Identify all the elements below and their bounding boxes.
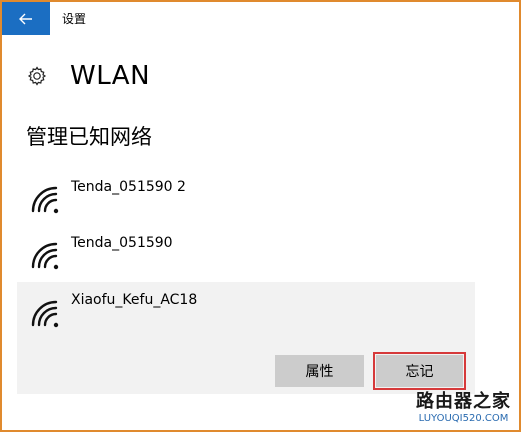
title-bar: 设置 bbox=[2, 2, 519, 35]
gear-icon bbox=[26, 65, 48, 87]
page-title: WLAN bbox=[70, 61, 151, 91]
forget-button[interactable]: 忘记 bbox=[373, 352, 466, 390]
watermark-logo: 路由器之家 LUYOUQI520.COM bbox=[416, 387, 511, 424]
section-title: 管理已知网络 bbox=[26, 125, 152, 149]
page-header: WLAN bbox=[26, 58, 150, 94]
watermark-text: 路由器之家 bbox=[416, 391, 511, 412]
settings-window: 设置 WLAN 管理已知网络 Tenda_051590 2 Tenda_0515… bbox=[0, 0, 521, 432]
network-item-selected[interactable]: Xiaofu_Kefu_AC18 属性 忘记 bbox=[17, 282, 475, 394]
watermark-url: LUYOUQI520.COM bbox=[418, 413, 509, 424]
network-name: Tenda_051590 bbox=[71, 235, 173, 251]
back-arrow-icon bbox=[19, 13, 32, 24]
wifi-icon bbox=[31, 300, 59, 328]
network-item[interactable]: Tenda_051590 bbox=[17, 230, 475, 286]
network-name: Tenda_051590 2 bbox=[71, 179, 186, 195]
properties-button[interactable]: 属性 bbox=[275, 355, 364, 387]
back-button[interactable] bbox=[2, 2, 50, 35]
wifi-icon bbox=[31, 186, 59, 214]
window-title: 设置 bbox=[62, 12, 87, 26]
network-item[interactable]: Tenda_051590 2 bbox=[17, 174, 475, 230]
wifi-icon bbox=[31, 242, 59, 270]
network-name: Xiaofu_Kefu_AC18 bbox=[71, 292, 198, 308]
